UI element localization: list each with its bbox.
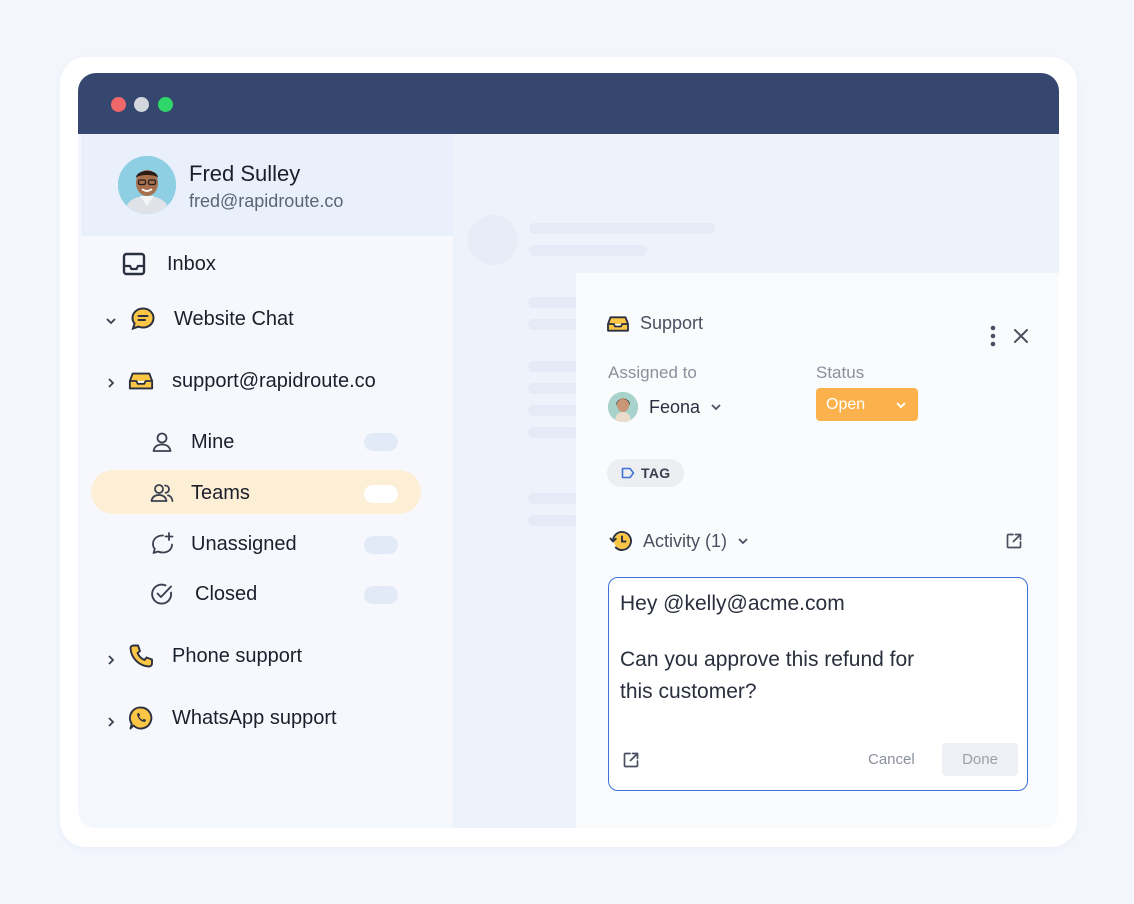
tag-label: TAG [641, 465, 671, 481]
chevron-down-icon[interactable] [105, 315, 117, 327]
sidebar-item-teams[interactable]: Teams [149, 480, 250, 506]
message-line[interactable]: Hey @kelly@acme.com [620, 592, 845, 616]
sidebar-item-unassigned[interactable]: Unassigned [149, 531, 297, 557]
activity-label: Activity (1) [643, 530, 728, 551]
message-line[interactable]: Can you approve this refund for [620, 648, 914, 672]
note-composer[interactable]: Hey @kelly@acme.com Can you approve this… [608, 577, 1028, 791]
profile-name: Fred Sulley [189, 161, 301, 186]
placeholder-line [529, 245, 647, 256]
sidebar-item-website-chat[interactable]: Website Chat [130, 306, 294, 332]
chevron-down-icon [738, 538, 748, 545]
title-bar [78, 73, 1059, 134]
sidebar-item-label: Mine [191, 430, 235, 453]
done-button[interactable]: Done [942, 743, 1018, 776]
chat-bubble-icon [130, 306, 156, 332]
sidebar-item-label: Closed [195, 582, 258, 605]
add-tag-button[interactable]: TAG [607, 459, 685, 487]
placeholder-avatar [468, 215, 518, 265]
inbox-icon [121, 251, 147, 277]
sidebar-item-inbox[interactable]: Inbox [121, 251, 216, 277]
close-icon[interactable] [1013, 328, 1029, 349]
placeholder-line [529, 223, 715, 234]
sidebar-item-label: WhatsApp support [172, 706, 337, 729]
history-icon [609, 531, 632, 551]
sidebar-item-mine[interactable]: Mine [149, 429, 234, 455]
message-line[interactable]: this customer? [620, 680, 757, 704]
placeholder-line [528, 405, 578, 416]
placeholder-line [528, 427, 578, 438]
conversation-detail-panel: Support Assigned to Status Feona Open TA… [576, 273, 1059, 828]
sidebar-item-label: Website Chat [174, 307, 294, 330]
sidebar-item-closed[interactable]: Closed [149, 581, 257, 607]
panel-title: Support [640, 313, 704, 333]
profile-email: fred@rapidroute.co [189, 191, 344, 211]
cancel-button[interactable]: Cancel [868, 751, 915, 768]
phone-icon [128, 643, 154, 669]
user-icon [149, 429, 175, 455]
chevron-right-icon[interactable] [105, 716, 117, 728]
placeholder-line [528, 297, 578, 308]
inbox-tray-icon [128, 368, 154, 394]
chevron-right-icon[interactable] [105, 654, 117, 666]
activity-toggle[interactable]: Activity (1) [609, 529, 749, 553]
avatar [118, 156, 176, 214]
placeholder-line [528, 515, 578, 526]
sidebar-item-label: Teams [191, 481, 250, 504]
more-options-icon[interactable] [988, 324, 998, 353]
check-circle-icon [149, 581, 175, 607]
inbox-tray-icon [606, 314, 630, 334]
sidebar-item-label: Inbox [167, 252, 216, 275]
chevron-down-icon [711, 404, 721, 411]
placeholder-line [528, 493, 578, 504]
open-external-icon[interactable] [622, 751, 640, 774]
avatar [608, 392, 638, 422]
placeholder-line [528, 361, 578, 372]
sidebar-item-support-email[interactable]: support@rapidroute.co [128, 368, 376, 394]
status-label: Status [816, 363, 865, 382]
chat-plus-icon [149, 531, 175, 557]
maximize-window-button[interactable] [158, 97, 173, 112]
count-badge [364, 586, 398, 604]
close-window-button[interactable] [111, 97, 126, 112]
count-badge [364, 485, 398, 503]
panel-header: Support [606, 313, 703, 334]
sidebar-item-whatsapp-support[interactable]: WhatsApp support [128, 705, 337, 731]
sidebar: Fred Sulley fred@rapidroute.co Inbox Web… [81, 134, 453, 824]
users-icon [149, 480, 175, 506]
sidebar-item-label: support@rapidroute.co [172, 369, 376, 392]
assigned-to-label: Assigned to [608, 363, 697, 382]
open-external-icon[interactable] [1005, 532, 1023, 555]
assignee-dropdown[interactable]: Feona [608, 392, 722, 422]
sidebar-item-phone-support[interactable]: Phone support [128, 643, 302, 669]
count-badge [364, 536, 398, 554]
assignee-name: Feona [649, 396, 701, 417]
count-badge [364, 433, 398, 451]
user-profile[interactable]: Fred Sulley fred@rapidroute.co [81, 134, 453, 236]
sidebar-item-label: Unassigned [191, 532, 297, 555]
sidebar-item-label: Phone support [172, 644, 303, 667]
status-value: Open [826, 395, 866, 413]
placeholder-line [528, 319, 578, 330]
whatsapp-icon [128, 705, 154, 731]
chevron-down-icon [896, 402, 906, 409]
tag-icon [621, 467, 635, 479]
minimize-window-button[interactable] [134, 97, 149, 112]
app-window: Fred Sulley fred@rapidroute.co Inbox Web… [78, 73, 1059, 828]
chevron-right-icon[interactable] [105, 377, 117, 389]
placeholder-line [528, 383, 578, 394]
status-dropdown[interactable]: Open [816, 388, 918, 421]
